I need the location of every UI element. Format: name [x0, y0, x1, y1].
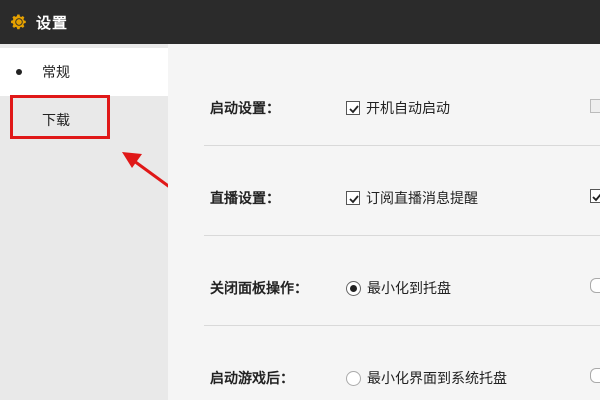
- partial-radio[interactable]: [590, 278, 600, 297]
- minimize-to-tray-radio[interactable]: 最小化到托盘: [346, 278, 451, 298]
- auto-start-checkbox[interactable]: 开机自动启动: [346, 98, 450, 118]
- settings-row-after-game: 启动游戏后： 最小化界面到系统托盘: [204, 326, 600, 400]
- sidebar-item-general[interactable]: 常规: [0, 48, 168, 96]
- partial-radio[interactable]: [590, 368, 600, 387]
- settings-row-startup: 启动设置： 开机自动启动: [204, 56, 600, 146]
- minimize-ui-to-tray-radio[interactable]: 最小化界面到系统托盘: [346, 368, 507, 388]
- setting-label: 直播设置：: [210, 191, 280, 207]
- settings-row-live: 直播设置： 订阅直播消息提醒: [204, 146, 600, 236]
- window-title: 设置: [36, 13, 69, 32]
- active-indicator-dot: [16, 69, 22, 75]
- gear-icon: [11, 14, 26, 30]
- option-label: 最小化界面到系统托盘: [367, 371, 507, 387]
- setting-label: 启动设置：: [210, 101, 280, 117]
- radio-unselected-icon: [346, 370, 361, 386]
- setting-label: 关闭面板操作：: [210, 281, 308, 297]
- partial-checkbox[interactable]: [590, 188, 600, 207]
- checkbox-checked-icon: [590, 189, 600, 203]
- checkbox-checked-icon: [346, 191, 360, 205]
- live-reminder-checkbox[interactable]: 订阅直播消息提醒: [346, 188, 478, 208]
- annotation-highlight-box: [10, 95, 110, 139]
- sidebar-item-label: 常规: [42, 65, 70, 81]
- option-label: 开机自动启动: [366, 101, 450, 117]
- settings-panel: 启动设置： 开机自动启动 直播设置： 订阅直播消息提醒 关闭面板操作： 最小化到…: [168, 44, 600, 400]
- checkbox-checked-icon: [346, 101, 360, 115]
- settings-row-close-panel: 关闭面板操作： 最小化到托盘: [204, 236, 600, 326]
- radio-unselected-icon: [590, 278, 600, 293]
- title-bar: 设置: [0, 0, 600, 44]
- option-label: 订阅直播消息提醒: [366, 191, 478, 207]
- setting-label: 启动游戏后：: [210, 371, 294, 387]
- radio-selected-icon: [346, 280, 361, 296]
- partial-checkbox[interactable]: [590, 98, 600, 117]
- radio-unselected-icon: [590, 368, 600, 383]
- option-label: 最小化到托盘: [367, 281, 451, 297]
